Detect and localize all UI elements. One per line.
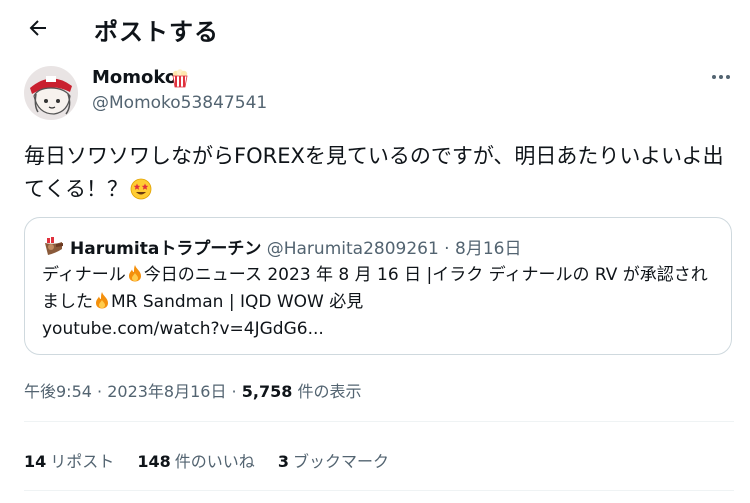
post-time[interactable]: 午後9:54 [24, 382, 92, 401]
quoted-author-handle[interactable]: @Harumita2809261 [267, 239, 439, 259]
divider [24, 421, 734, 422]
avatar-image [24, 66, 78, 120]
star-struck-emoji-icon [130, 178, 152, 200]
popcorn-emoji-icon [172, 69, 188, 88]
arrow-left-icon [29, 20, 46, 36]
more-dots-icon [712, 75, 716, 79]
meta-separator-2: · [226, 382, 242, 401]
reposts-stat[interactable]: 14 リポスト [24, 448, 114, 472]
quoted-text-part-1: ディナール [42, 265, 126, 285]
views-count: 5,758 [241, 382, 293, 401]
engagement-stats: 14 リポスト 148 件のいいね 3 ブックマーク [24, 448, 407, 472]
fire-emoji-icon [128, 265, 141, 282]
header: ポストする [0, 0, 750, 56]
more-button[interactable] [706, 66, 736, 88]
quoted-separator: · [438, 239, 455, 259]
quoted-post-text: ディナール 今日のニュース 2023 年 8 月 16 日 |イラク ディナールの… [42, 262, 722, 343]
quoted-post-header: Harumitaトラプーチン @Harumita2809261 · 8月16日 [70, 234, 521, 259]
bookmarks-label: ブックマーク [293, 452, 390, 471]
quoted-link[interactable]: youtube.com/watch?v=4JGdG6... [42, 319, 324, 339]
quoted-author-name[interactable]: Harumitaトラプーチン [70, 239, 261, 259]
bookmarks-stat[interactable]: 3 ブックマーク [278, 448, 389, 472]
post-date[interactable]: 2023年8月16日 [107, 382, 226, 401]
fire-emoji-icon [96, 292, 108, 309]
likes-label: 件のいいね [174, 452, 255, 471]
quoted-author-avatar[interactable] [42, 235, 66, 259]
author-handle[interactable]: @Momoko53847541 [92, 93, 267, 113]
likes-stat[interactable]: 148 件のいいね [137, 448, 254, 472]
likes-count: 148 [137, 452, 171, 471]
post-meta: 午後9:54 · 2023年8月16日 · 5,758 件の表示 [24, 378, 361, 402]
quoted-date[interactable]: 8月16日 [455, 239, 521, 259]
reposts-count: 14 [24, 452, 47, 471]
views-label: 件の表示 [297, 382, 362, 401]
page-title: ポストする [94, 18, 219, 46]
divider [24, 490, 734, 491]
quoted-text-part-3: MR Sandman | IQD WOW 必見 [111, 292, 364, 312]
quoted-post-card[interactable]: Harumitaトラプーチン @Harumita2809261 · 8月16日 … [24, 217, 732, 355]
tweet-text: 毎日ソワソワしながらFOREXを見ているのですが、明日あたりいよいよ出てくる！？ [24, 140, 724, 206]
back-button[interactable] [22, 12, 54, 44]
tweet-text-body: 毎日ソワソワしながらFOREXを見ているのですが、明日あたりいよいよ出てくる！？ [24, 144, 724, 201]
meta-separator: · [91, 382, 108, 401]
author-name[interactable]: Momoko [92, 67, 177, 88]
reposts-label: リポスト [50, 452, 115, 471]
avatar[interactable] [24, 66, 78, 120]
bookmarks-count: 3 [277, 452, 290, 471]
